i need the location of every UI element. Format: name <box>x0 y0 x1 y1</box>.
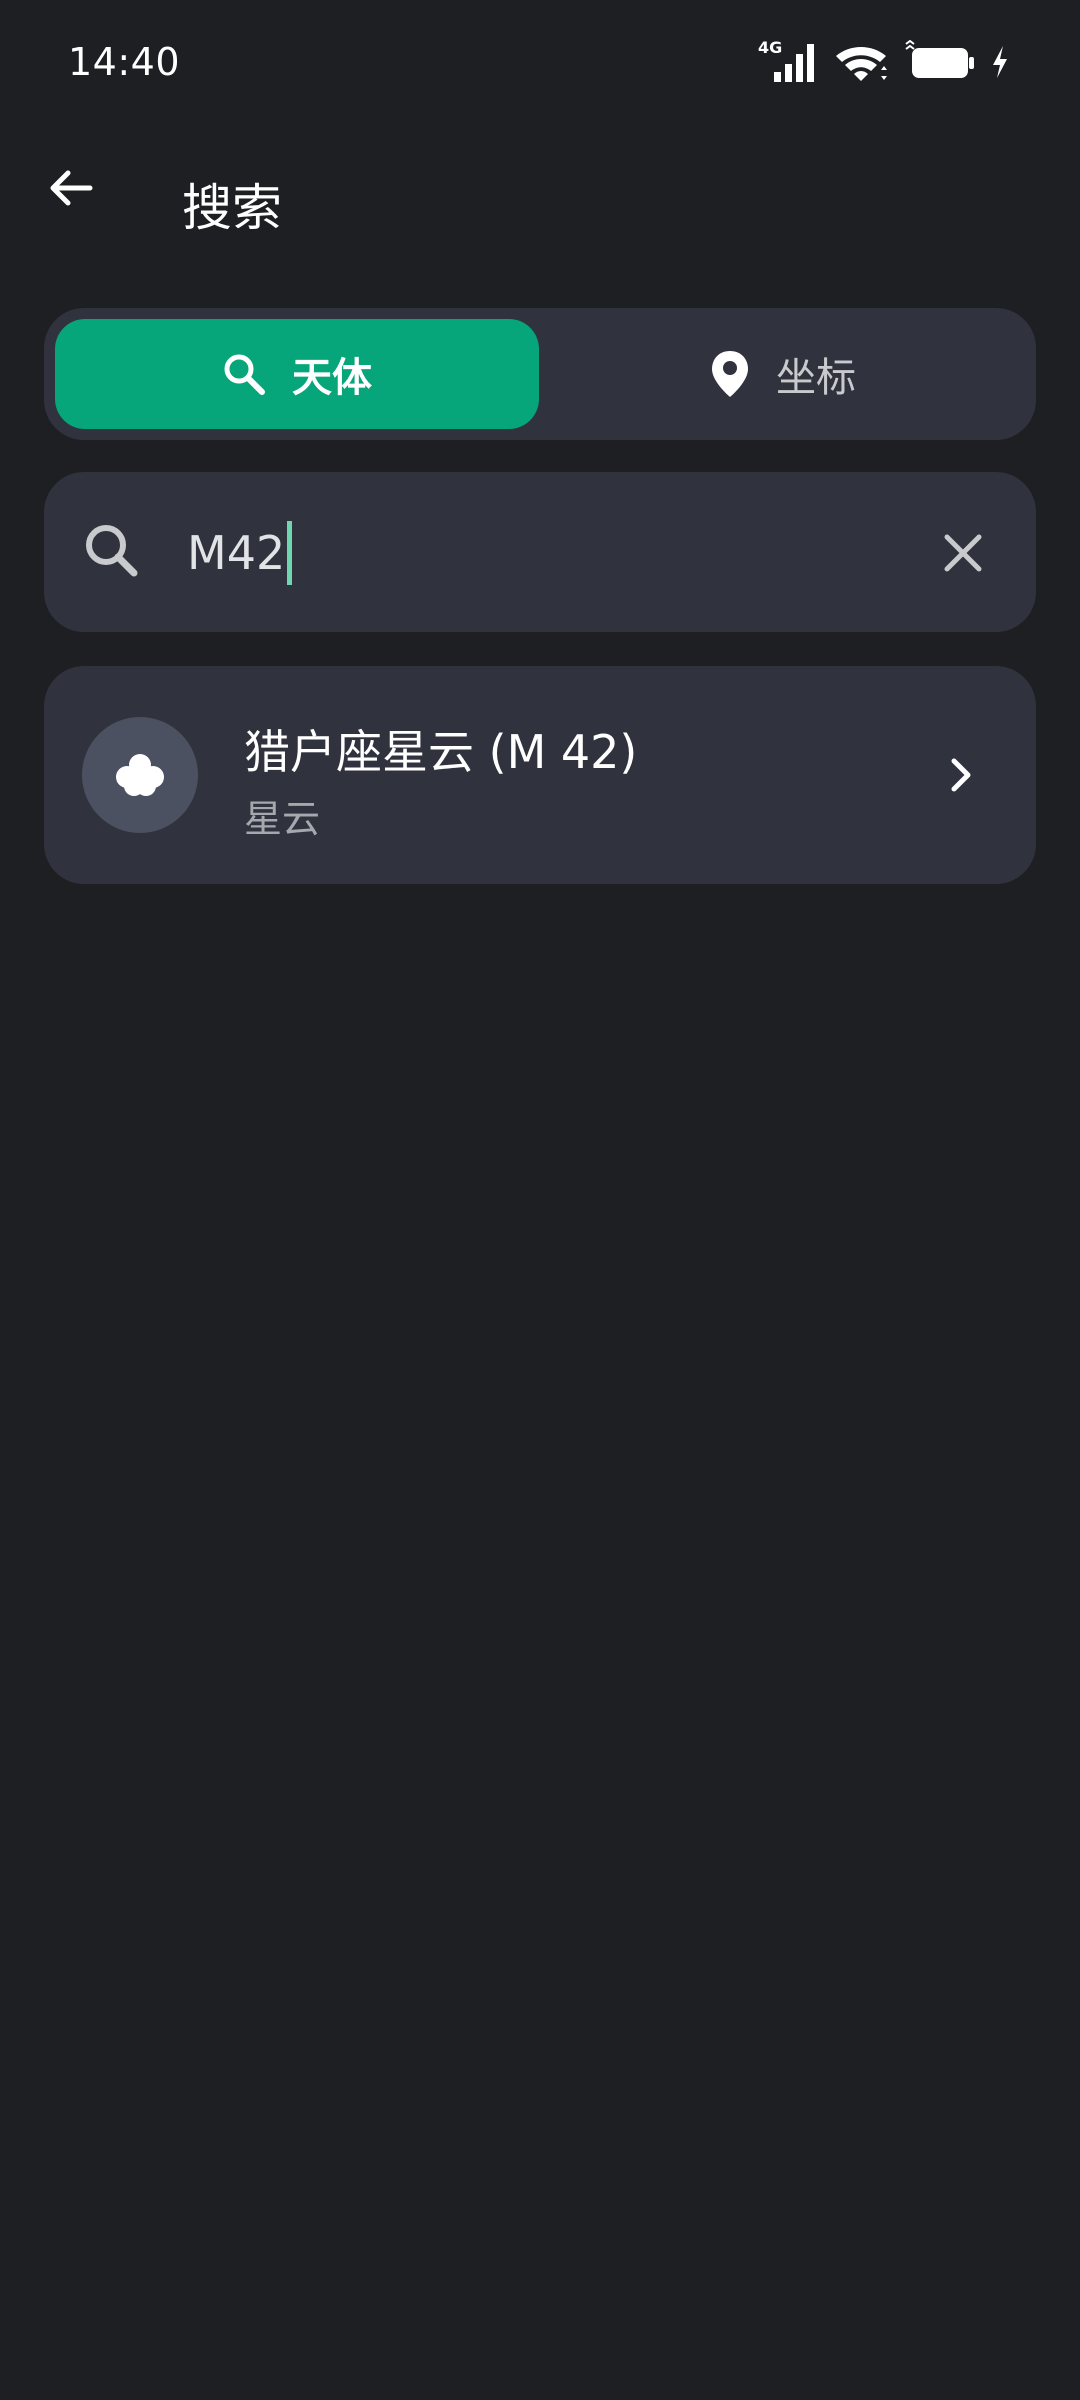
arrow-left-icon <box>50 170 93 206</box>
search-input[interactable]: M42 <box>187 518 293 588</box>
search-screen: 14:40 4G 搜索 天体 坐标 M42 猎户座星云 (M 42) 星云 <box>0 0 1080 2400</box>
text-caret <box>287 521 293 585</box>
search-icon <box>224 354 265 395</box>
result-title: 猎户座星云 (M 42) <box>244 725 638 779</box>
tab-coordinates[interactable]: 坐标 <box>541 319 1025 429</box>
list-item[interactable]: 猎户座星云 (M 42) 星云 <box>44 666 1036 884</box>
status-icons: 4G <box>758 38 1010 84</box>
search-input-value: M42 <box>187 526 286 580</box>
location-pin-icon <box>712 351 748 397</box>
wifi-icon <box>832 40 890 84</box>
chevron-right-icon <box>930 745 990 805</box>
charging-icon <box>990 40 1010 84</box>
status-bar: 14:40 4G <box>0 0 1080 130</box>
result-subtitle: 星云 <box>244 797 321 841</box>
4g-signal-icon: 4G <box>758 38 818 84</box>
tab-objects-label: 天体 <box>292 355 372 401</box>
tab-objects[interactable]: 天体 <box>55 319 539 429</box>
back-button[interactable] <box>40 158 100 218</box>
search-icon <box>86 525 138 577</box>
page-title: 搜索 <box>182 179 282 237</box>
status-time: 14:40 <box>68 40 181 84</box>
search-mode-tabs: 天体 坐标 <box>44 308 1036 440</box>
clear-search-button[interactable] <box>928 518 998 588</box>
cloud-icon <box>116 754 164 796</box>
search-box: M42 <box>44 472 1036 632</box>
battery-icon <box>904 40 976 84</box>
close-icon <box>944 534 982 572</box>
tab-coordinates-label: 坐标 <box>776 355 856 401</box>
avatar <box>82 717 198 833</box>
